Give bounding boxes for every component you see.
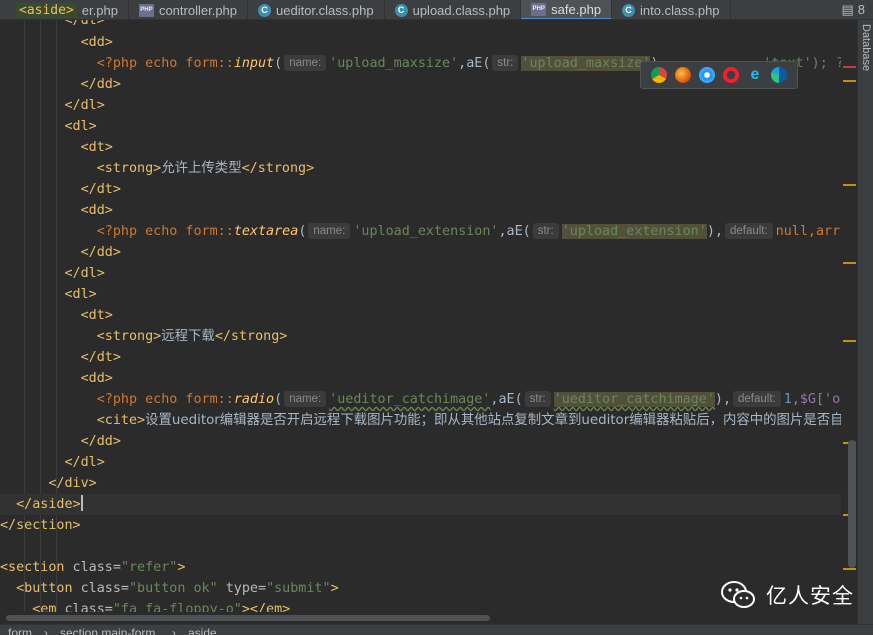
aside-tag-label: <aside> [16,2,77,18]
code-line: </dl> [64,455,105,470]
code-line: <strong>远程下载</strong> [96,329,288,344]
breadcrumb-separator: › [172,626,176,635]
class-file-icon: C [258,3,272,17]
code-line: <dd> [80,203,113,218]
breadcrumb-item-section[interactable]: section.main-form [60,626,155,635]
class-file-icon: C [622,3,636,17]
code-line: <button class="button ok" type="submit"> [16,581,339,596]
code-line: <?php echo form::radio(name:'ueditor_cat… [96,391,841,407]
code-line: <dd> [80,371,113,386]
current-code-line: </aside> [0,494,841,515]
tab-label: er.php [81,2,118,18]
code-line: </dd> [80,77,121,92]
watermark-text: 亿人安全 [766,584,854,608]
param-hint: str: [524,391,551,407]
code-line: <dt> [80,140,113,155]
tab-upload-class-php[interactable]: C upload.class.php [385,0,522,19]
param-hint: name: [284,55,327,71]
tab-controller-php[interactable]: PHP controller.php [129,0,249,19]
code-line: <dl> [64,119,97,134]
php-file-icon: PHP [531,2,547,16]
warning-mark[interactable] [843,184,856,186]
code-line: </dt> [80,350,121,365]
code-line: <section class="refer"> [0,560,186,575]
code-line: <em class="fa fa-floppy-o"></em> [32,602,291,612]
tab-ueditor-class-php[interactable]: C ueditor.class.php [248,0,385,19]
code-line: </dd> [80,245,121,260]
param-hint: name: [284,391,327,407]
param-hint: name: [308,223,351,239]
breadcrumb-separator: › [44,626,48,635]
code-line: </dt> [64,20,105,28]
code-line: <strong>允许上传类型</strong> [96,161,315,176]
code-line: <cite>设置ueditor编辑器是否开启远程下载图片功能；即从其他站点复制文… [96,413,841,428]
horizontal-scrollbar[interactable] [6,615,490,621]
code-line: <?php echo form::textarea(name:'upload_e… [96,223,841,239]
code-line: </div> [48,476,97,491]
code-editor[interactable]: </dt> <dd> <?php echo form::input(name: '… [0,20,841,612]
breadcrumb-item-form[interactable]: form [8,626,32,635]
class-file-icon: C [394,3,408,17]
safari-icon[interactable] [699,67,715,83]
tab-er-php[interactable]: <aside> er.php [0,0,129,19]
warning-mark[interactable] [843,80,856,82]
param-hint: str: [532,223,559,239]
param-hint: default: [724,223,773,239]
tab-label: into.class.php [640,2,720,18]
breadcrumb-item-aside[interactable]: aside [188,626,217,635]
tab-label: upload.class.php [412,2,511,18]
tabs-dropdown-icon: ▤ [841,1,854,17]
vertical-scrollbar[interactable] [848,440,856,568]
hidden-tabs-count: 8 [857,2,865,17]
open-in-browser-popup: e [640,61,798,89]
editor-tab-bar: <aside> er.php PHP controller.php C uedi… [0,0,873,20]
breadcrumb: form › section.main-form › aside [0,624,873,635]
edge-icon[interactable] [771,67,787,83]
code-line: </dd> [80,434,121,449]
firefox-icon[interactable] [675,67,691,83]
tab-safe-php[interactable]: PHP safe.php [521,0,613,19]
right-tool-panel: Database [857,20,873,624]
php-file-icon: PHP [138,3,154,17]
code-line: </dl> [64,266,105,281]
wechat-icon [721,581,755,608]
database-tool-button[interactable]: Database [860,24,872,71]
param-hint: default: [733,391,781,407]
error-mark[interactable] [843,66,856,68]
more-tabs-button[interactable]: ▤ 8 [833,0,873,19]
tab-label: controller.php [158,2,238,18]
chrome-icon[interactable] [651,67,667,83]
warning-mark[interactable] [843,568,856,570]
ie-icon[interactable]: e [747,66,763,83]
code-line: <dl> [64,287,97,302]
param-hint: str: [492,55,519,71]
text-caret [80,495,83,511]
tab-label: safe.php [551,1,602,17]
warning-mark[interactable] [843,262,856,264]
code-line: </dt> [80,182,121,197]
tab-into-class-php[interactable]: C into.class.php [612,0,731,19]
code-line: </dl> [64,98,105,113]
wechat-watermark: 亿人安全 [720,580,854,610]
code-line: <dd> [80,35,113,50]
code-line: <dt> [80,308,113,323]
code-line: </section> [0,518,81,533]
warning-mark[interactable] [843,340,856,342]
tab-label: ueditor.class.php [276,2,374,18]
opera-icon[interactable] [723,67,739,83]
